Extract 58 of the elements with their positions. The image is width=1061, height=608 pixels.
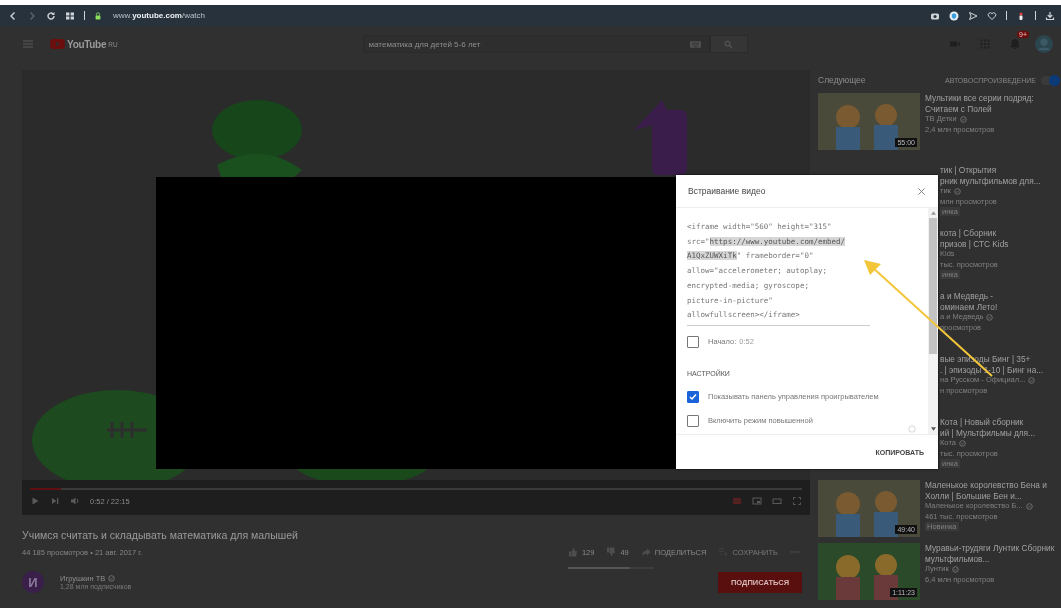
verified-icon (1025, 502, 1033, 510)
video-title[interactable]: ий | Мультфильмы для... (940, 427, 1035, 438)
video-title[interactable]: кота | Сборник (940, 228, 997, 239)
play-icon[interactable] (30, 496, 40, 506)
dialog-title: Встраивание видео (688, 186, 766, 196)
option-checkbox[interactable] (687, 414, 699, 427)
scroll-up-icon[interactable] (930, 211, 936, 215)
info-icon[interactable] (908, 425, 916, 433)
fullscreen-icon[interactable] (792, 496, 802, 506)
back-icon[interactable] (8, 10, 18, 21)
scrollbar[interactable] (928, 208, 938, 434)
video-title[interactable]: рник мультфильмов для... (940, 175, 1041, 186)
account-avatar[interactable] (1035, 35, 1053, 53)
video-title[interactable]: Мультики все серии подряд: Считаем с Полей (925, 93, 1056, 114)
heart-icon[interactable] (987, 10, 997, 21)
volume-icon[interactable] (70, 496, 80, 506)
start-checkbox[interactable] (687, 335, 699, 348)
thumbs-down-icon (606, 547, 617, 557)
video-title: Учимся считать и складывать математика для малышей (22, 529, 299, 541)
verified-icon (108, 575, 116, 582)
shield-icon[interactable] (949, 10, 959, 21)
search-button[interactable] (709, 35, 748, 53)
grid-icon[interactable] (65, 10, 75, 21)
option-checkbox[interactable] (687, 390, 699, 403)
verified-icon (1028, 376, 1036, 384)
verified-icon (951, 565, 959, 573)
verified-icon (958, 439, 966, 447)
reload-icon[interactable] (46, 10, 56, 21)
address-bar[interactable]: www.youtube.com/watch (113, 11, 206, 20)
send-icon[interactable] (968, 10, 978, 21)
channel-avatar[interactable]: И (22, 571, 44, 593)
video-title[interactable]: Маленькое королевство Бена и Холли | Большие Бен и... (925, 480, 1056, 501)
share-icon (640, 547, 651, 557)
subtitles-icon[interactable] (732, 496, 742, 506)
video-title[interactable]: Муравьи-трудяги Лунтик Сборник мультфильмов... (925, 543, 1056, 564)
miniplayer-icon[interactable] (752, 496, 762, 506)
autoplay-toggle[interactable] (1041, 75, 1059, 85)
scroll-down-icon[interactable] (930, 427, 936, 431)
verified-icon (986, 313, 994, 321)
search-icon (724, 39, 734, 49)
verified-icon (953, 187, 961, 195)
video-title[interactable]: оминаем Лето! (940, 301, 998, 312)
video-title[interactable]: Кота | Новый сборник (940, 417, 1024, 428)
up-next-heading: Следующее (818, 75, 866, 85)
video-title[interactable]: тик | Открытия (940, 165, 997, 176)
search-field[interactable]: математика для детей 5-6 лет (362, 35, 710, 53)
lock-icon (94, 10, 102, 21)
next-icon[interactable] (50, 496, 60, 506)
verified-icon (959, 115, 967, 123)
forward-icon[interactable] (27, 10, 37, 21)
keyboard-icon[interactable] (689, 40, 701, 48)
youtube-logo[interactable]: YouTube $^{RU}$ (50, 38, 118, 50)
thumbs-up-icon (567, 547, 578, 557)
download-icon[interactable] (1045, 10, 1055, 21)
video-title[interactable]: призов | СТС Kids (940, 238, 1009, 249)
video-title[interactable]: а и Медведь - (940, 291, 994, 302)
theater-mode-icon[interactable] (772, 496, 782, 506)
close-icon[interactable] (917, 186, 926, 196)
